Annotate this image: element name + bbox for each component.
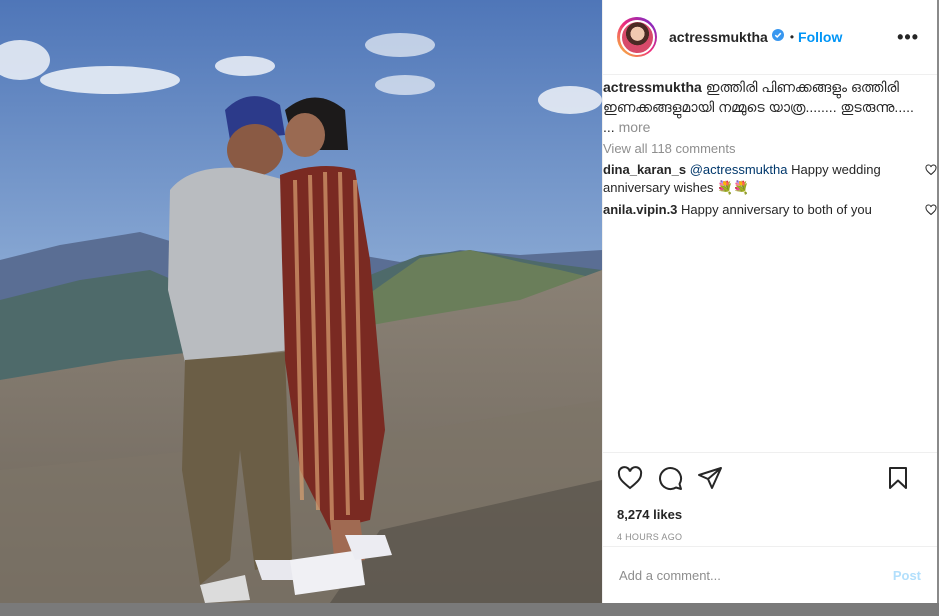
caption: actressmuktha ഇത്തിരി പിണക്കങ്ങളും ഒത്തി…: [603, 75, 937, 137]
caption-username[interactable]: actressmuktha: [603, 79, 702, 95]
more-options-icon[interactable]: •••: [897, 27, 923, 48]
avatar-image: [619, 19, 655, 55]
post-actions: 8,274 likes 4 HOURS AGO: [603, 452, 937, 542]
heart-icon[interactable]: [617, 466, 643, 490]
post-image: [0, 0, 602, 603]
add-comment-bar: Post: [603, 546, 937, 603]
header-separator: •: [789, 30, 795, 44]
bottom-backdrop: [0, 603, 939, 616]
comment-item: dina_karan_s @actressmuktha Happy weddin…: [603, 161, 937, 197]
caption-more-link[interactable]: more: [619, 119, 651, 135]
verified-badge-icon: [771, 28, 784, 46]
comment-like-heart-icon[interactable]: [925, 163, 937, 181]
avatar[interactable]: [617, 17, 657, 57]
comment-mention[interactable]: @actressmuktha: [690, 162, 788, 177]
share-icon[interactable]: [697, 466, 723, 490]
bookmark-icon[interactable]: [887, 466, 909, 490]
post-side-panel: actressmuktha • Follow ••• actressmuktha…: [602, 0, 937, 603]
comment-like-heart-icon[interactable]: [925, 203, 937, 221]
follow-button[interactable]: Follow: [798, 29, 842, 45]
post-header: actressmuktha • Follow •••: [603, 0, 937, 75]
comment-item: anila.vipin.3 Happy anniversary to both …: [603, 201, 937, 219]
comments-section: actressmuktha ഇത്തിരി പിണക്കങ്ങളും ഒത്തി…: [603, 75, 937, 219]
comment-username[interactable]: dina_karan_s: [603, 162, 686, 177]
comment-username[interactable]: anila.vipin.3: [603, 202, 677, 217]
view-all-comments-link[interactable]: View all 118 comments: [603, 141, 937, 157]
post-timestamp: 4 HOURS AGO: [617, 532, 683, 542]
post-comment-button[interactable]: Post: [893, 568, 921, 583]
likes-count[interactable]: 8,274 likes: [617, 507, 923, 522]
post-username[interactable]: actressmuktha: [669, 29, 768, 45]
comment-icon[interactable]: [657, 465, 683, 491]
comment-text: Happy anniversary to both of you: [681, 202, 872, 217]
post-photo[interactable]: [0, 0, 602, 603]
comment-input[interactable]: [619, 567, 893, 583]
action-icons-row: [617, 465, 923, 491]
